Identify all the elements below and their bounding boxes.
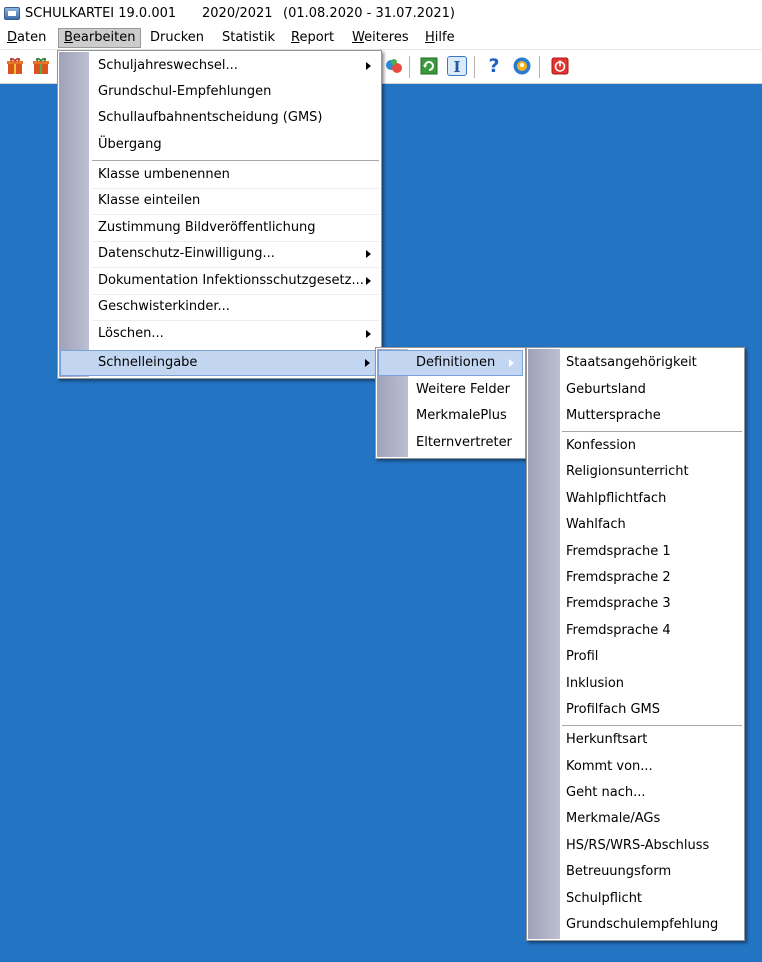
menu-item-zustimmung-bildveroeffentlichung[interactable]: Zustimmung Bildveröffentlichung	[60, 215, 379, 241]
menu-separator	[92, 160, 379, 161]
submenu-arrow-icon	[366, 62, 371, 70]
submenu-item-weitere-felder[interactable]: Weitere Felder	[378, 377, 523, 403]
gift-green-icon[interactable]	[31, 56, 51, 76]
menu-drucken[interactable]: Drucken	[145, 28, 209, 48]
def-item-grundschulempfehlung[interactable]: Grundschulempfehlung	[529, 912, 742, 938]
menu-item-grundschul-empfehlungen[interactable]: Grundschul-Empfehlungen	[60, 79, 379, 105]
def-item-schulpflicht[interactable]: Schulpflicht	[529, 886, 742, 912]
bearbeiten-menu: Schuljahreswechsel... Grundschul-Empfehl…	[57, 50, 382, 379]
def-item-fremdsprache-1[interactable]: Fremdsprache 1	[529, 539, 742, 565]
menu-item-dokumentation-infektionsschutzgesetz[interactable]: Dokumentation Infektionsschutzgesetz...	[60, 268, 379, 294]
def-item-wahlpflichtfach[interactable]: Wahlpflichtfach	[529, 486, 742, 512]
info-icon[interactable]: I	[447, 56, 467, 76]
refresh-icon[interactable]	[419, 56, 439, 76]
submenu-item-merkmaleplus[interactable]: MerkmalePlus	[378, 403, 523, 429]
menu-item-geschwisterkinder[interactable]: Geschwisterkinder...	[60, 294, 379, 320]
def-item-profilfach-gms[interactable]: Profilfach GMS	[529, 697, 742, 723]
menu-bar: Daten Bearbeiten Drucken Statistik Repor…	[0, 26, 762, 50]
help-icon[interactable]: ?	[484, 56, 504, 76]
menu-daten[interactable]: Daten	[2, 28, 51, 48]
def-item-religionsunterricht[interactable]: Religionsunterricht	[529, 459, 742, 485]
menu-report[interactable]: Report	[286, 28, 339, 48]
app-icon	[4, 6, 20, 20]
menu-weiteres[interactable]: Weiteres	[347, 28, 414, 48]
def-item-wahlfach[interactable]: Wahlfach	[529, 512, 742, 538]
definitionen-submenu: Staatsangehörigkeit Geburtsland Muttersp…	[526, 347, 745, 941]
menu-separator	[562, 431, 742, 432]
menu-item-uebergang[interactable]: Übergang	[60, 132, 379, 158]
menu-item-loeschen[interactable]: Löschen...	[60, 321, 379, 347]
submenu-arrow-icon	[366, 330, 371, 338]
menu-hilfe[interactable]: Hilfe	[420, 28, 460, 48]
def-item-staatsangehoerigkeit[interactable]: Staatsangehörigkeit	[529, 350, 742, 376]
menu-item-klasse-einteilen[interactable]: Klasse einteilen	[60, 188, 379, 214]
def-item-fremdsprache-4[interactable]: Fremdsprache 4	[529, 618, 742, 644]
submenu-item-elternvertreter[interactable]: Elternvertreter	[378, 430, 523, 456]
submenu-arrow-icon	[509, 359, 514, 367]
submenu-item-definitionen[interactable]: Definitionen	[378, 350, 523, 376]
def-item-fremdsprache-2[interactable]: Fremdsprache 2	[529, 565, 742, 591]
toolbar-separator	[474, 56, 475, 78]
menu-item-schnelleingabe[interactable]: Schnelleingabe	[60, 350, 379, 376]
def-item-inklusion[interactable]: Inklusion	[529, 671, 742, 697]
def-item-konfession[interactable]: Konfession	[529, 433, 742, 459]
schnelleingabe-submenu: Definitionen Weitere Felder MerkmalePlus…	[375, 347, 526, 459]
def-item-fremdsprache-3[interactable]: Fremdsprache 3	[529, 591, 742, 617]
def-item-profil[interactable]: Profil	[529, 644, 742, 670]
def-item-herkunftsart[interactable]: Herkunftsart	[529, 727, 742, 753]
def-item-muttersprache[interactable]: Muttersprache	[529, 403, 742, 429]
submenu-arrow-icon	[365, 359, 370, 367]
def-item-kommt-von[interactable]: Kommt von...	[529, 754, 742, 780]
date-range: (01.08.2020 - 31.07.2021)	[283, 5, 455, 21]
menu-statistik[interactable]: Statistik	[217, 28, 280, 48]
menu-bearbeiten[interactable]: Bearbeiten	[58, 28, 142, 48]
school-year: 2020/2021	[202, 5, 273, 21]
submenu-arrow-icon	[366, 277, 371, 285]
def-item-geht-nach[interactable]: Geht nach...	[529, 780, 742, 806]
menu-item-schullaufbahnentscheidung[interactable]: Schullaufbahnentscheidung (GMS)	[60, 105, 379, 131]
def-item-betreuungsform[interactable]: Betreuungsform	[529, 859, 742, 885]
menu-item-datenschutz-einwilligung[interactable]: Datenschutz-Einwilligung...	[60, 241, 379, 267]
support-icon[interactable]	[512, 56, 532, 76]
def-item-merkmale-ags[interactable]: Merkmale/AGs	[529, 806, 742, 832]
toolbar-separator	[409, 56, 410, 78]
menu-item-schuljahreswechsel[interactable]: Schuljahreswechsel...	[60, 53, 379, 79]
menu-item-klasse-umbenennen[interactable]: Klasse umbenennen	[60, 162, 379, 188]
transfer-icon[interactable]	[384, 56, 404, 76]
title-bar: SCHULKARTEI 19.0.001 2020/2021 (01.08.20…	[0, 0, 762, 26]
def-item-geburtsland[interactable]: Geburtsland	[529, 377, 742, 403]
gift-icon[interactable]	[5, 56, 25, 76]
exit-icon[interactable]	[550, 56, 570, 76]
def-item-abschluss[interactable]: HS/RS/WRS-Abschluss	[529, 833, 742, 859]
toolbar-separator	[539, 56, 540, 78]
app-title: SCHULKARTEI 19.0.001	[25, 5, 177, 21]
menu-separator	[562, 725, 742, 726]
submenu-arrow-icon	[366, 250, 371, 258]
